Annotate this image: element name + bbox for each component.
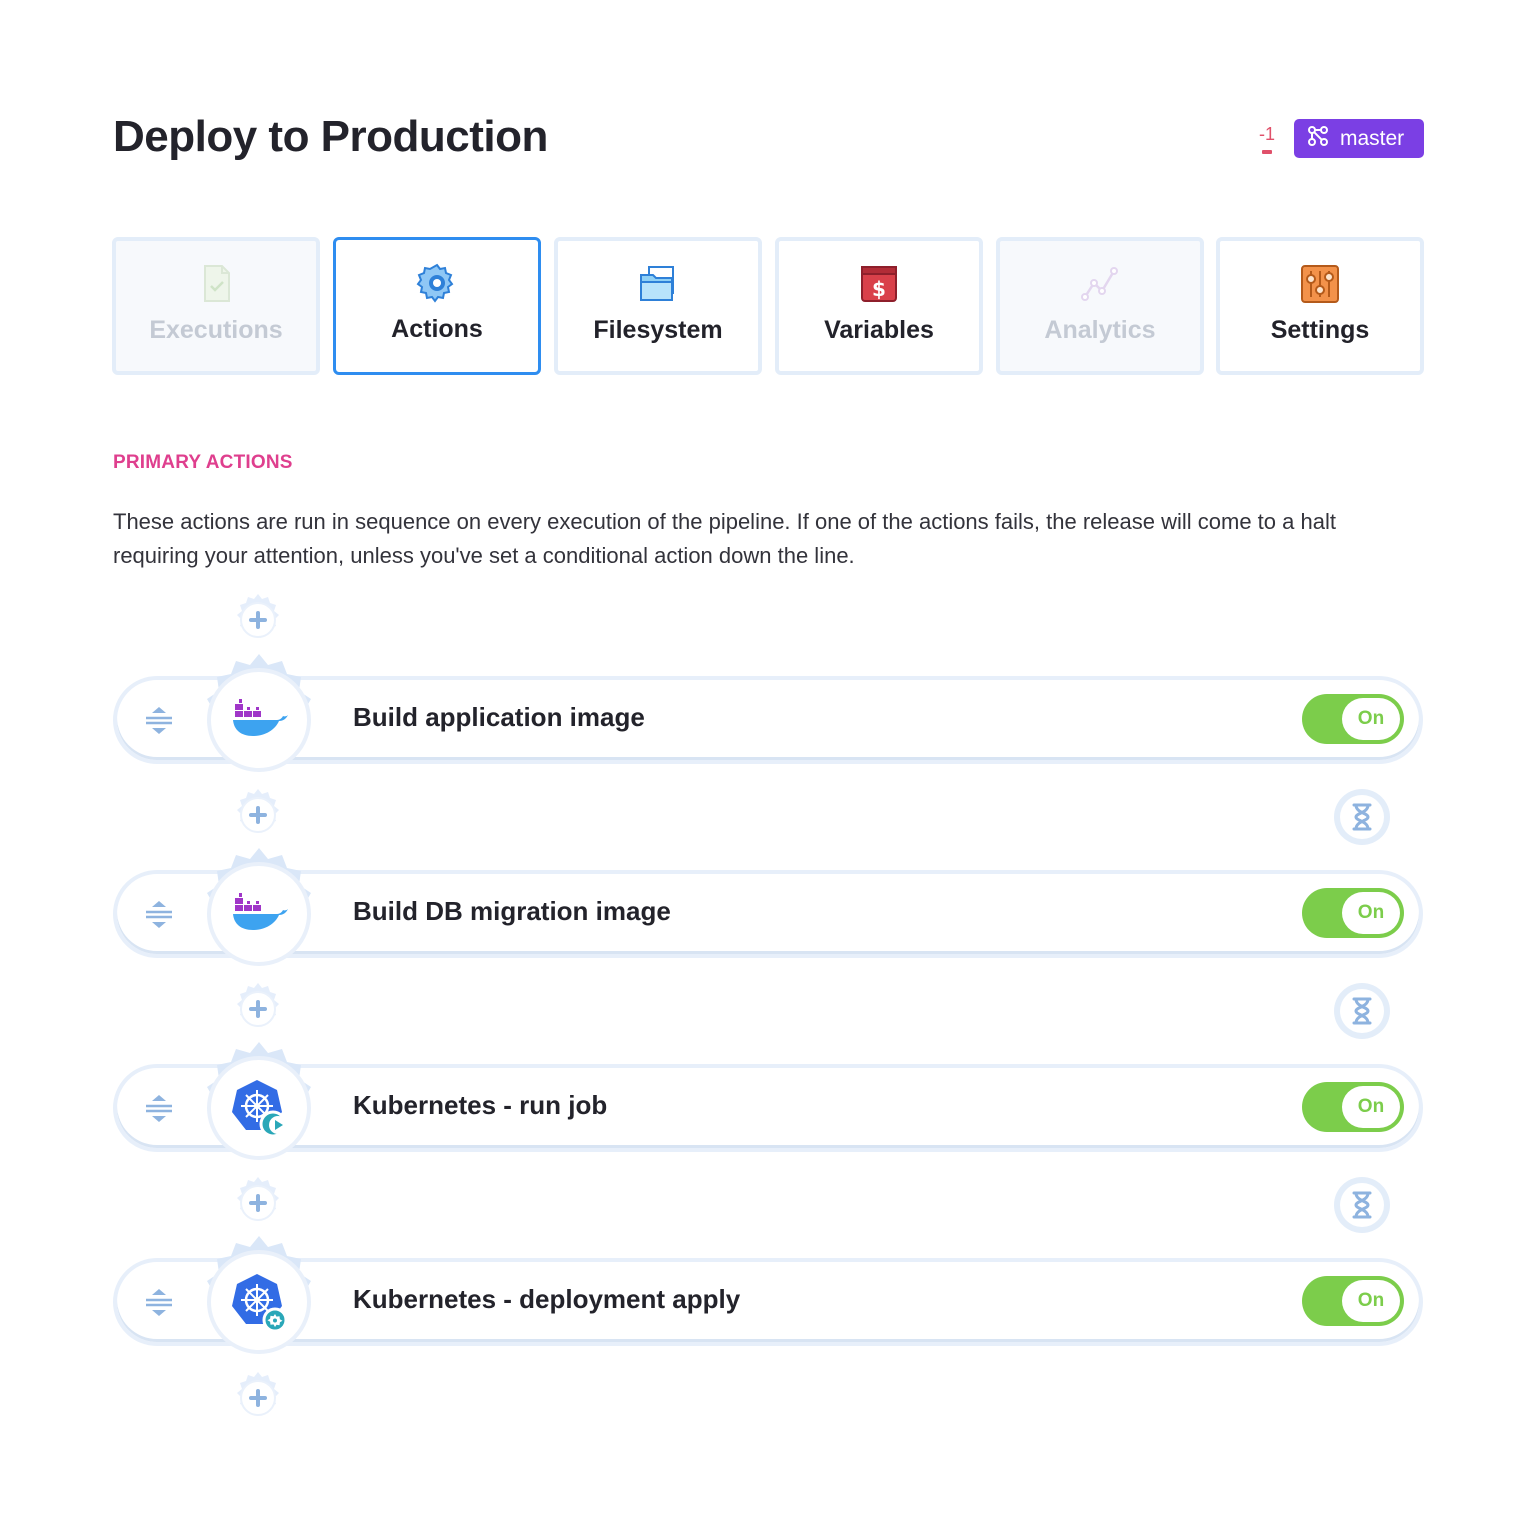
plus-icon bbox=[230, 1413, 286, 1430]
tab-variables[interactable]: $ Variables bbox=[775, 237, 983, 375]
git-branch-icon bbox=[1306, 124, 1330, 154]
action-toggle[interactable]: On bbox=[1302, 888, 1404, 938]
hourglass-icon bbox=[1333, 833, 1391, 850]
tab-label: Executions bbox=[149, 316, 283, 344]
action-row[interactable]: Kubernetes - run job On bbox=[113, 1064, 1423, 1152]
hourglass-icon bbox=[1333, 1027, 1391, 1044]
plus-icon bbox=[230, 830, 286, 847]
action-gear[interactable] bbox=[191, 652, 327, 788]
action-name: Build application image bbox=[353, 702, 645, 732]
plus-icon bbox=[230, 1218, 286, 1235]
page-title: Deploy to Production bbox=[113, 112, 548, 161]
docker-icon bbox=[227, 688, 291, 752]
branch-label: master bbox=[1340, 126, 1405, 150]
tab-bar: Executions Actions Filesystem $ Variable… bbox=[112, 237, 1424, 375]
document-check-icon bbox=[195, 263, 237, 305]
action-row[interactable]: Kubernetes - deployment apply On bbox=[113, 1258, 1423, 1346]
tab-settings[interactable]: Settings bbox=[1216, 237, 1424, 375]
action-name: Kubernetes - deployment apply bbox=[353, 1284, 741, 1314]
toggle-label: On bbox=[1342, 892, 1400, 934]
kubernetes-run-icon bbox=[227, 1076, 291, 1140]
action-toggle[interactable]: On bbox=[1302, 694, 1404, 744]
action-row[interactable]: Build DB migration image On bbox=[113, 870, 1423, 958]
wait-button[interactable] bbox=[1333, 1176, 1391, 1234]
toggle-label: On bbox=[1342, 1280, 1400, 1322]
action-gear[interactable] bbox=[191, 1234, 327, 1370]
docker-icon bbox=[227, 882, 291, 946]
action-gear[interactable] bbox=[191, 846, 327, 982]
tab-label: Filesystem bbox=[593, 316, 723, 344]
diff-bar bbox=[1262, 150, 1272, 154]
sliders-icon bbox=[1299, 263, 1341, 305]
action-toggle[interactable]: On bbox=[1302, 1276, 1404, 1326]
dollar-icon: $ bbox=[858, 263, 900, 305]
action-gear[interactable] bbox=[191, 1040, 327, 1176]
tab-label: Settings bbox=[1270, 316, 1370, 344]
tab-executions[interactable]: Executions bbox=[112, 237, 320, 375]
section-description: These actions are run in sequence on eve… bbox=[113, 509, 1336, 568]
kubernetes-apply-icon bbox=[227, 1270, 291, 1334]
folder-icon bbox=[637, 263, 679, 305]
diff-count: -1 bbox=[1258, 124, 1275, 144]
wait-button[interactable] bbox=[1333, 788, 1391, 846]
tab-label: Analytics bbox=[1044, 316, 1156, 344]
add-action-button[interactable] bbox=[230, 981, 286, 1037]
action-name: Build DB migration image bbox=[353, 896, 671, 926]
action-name: Kubernetes - run job bbox=[353, 1090, 608, 1120]
svg-text:$: $ bbox=[872, 277, 886, 301]
branch-button[interactable]: master bbox=[1294, 119, 1424, 158]
line-chart-icon bbox=[1079, 263, 1121, 305]
drag-handle-icon[interactable] bbox=[143, 1284, 175, 1320]
add-action-button[interactable] bbox=[230, 1175, 286, 1231]
plus-icon bbox=[230, 635, 286, 652]
add-action-button[interactable] bbox=[230, 787, 286, 843]
gear-icon bbox=[416, 262, 458, 304]
action-toggle[interactable]: On bbox=[1302, 1082, 1404, 1132]
drag-handle-icon[interactable] bbox=[143, 702, 175, 738]
tab-label: Actions bbox=[391, 315, 483, 343]
tab-analytics[interactable]: Analytics bbox=[996, 237, 1204, 375]
action-row[interactable]: Build application image On bbox=[113, 676, 1423, 764]
tab-filesystem[interactable]: Filesystem bbox=[554, 237, 762, 375]
add-action-button[interactable] bbox=[230, 1370, 286, 1426]
diff-badge[interactable]: -1 bbox=[1256, 124, 1278, 154]
add-action-button[interactable] bbox=[230, 592, 286, 648]
tab-label: Variables bbox=[824, 316, 934, 344]
drag-handle-icon[interactable] bbox=[143, 896, 175, 932]
toggle-label: On bbox=[1342, 698, 1400, 740]
hourglass-icon bbox=[1333, 1221, 1391, 1238]
plus-icon bbox=[230, 1024, 286, 1041]
tab-actions[interactable]: Actions bbox=[333, 237, 541, 375]
section-title: PRIMARY ACTIONS bbox=[113, 452, 293, 473]
toggle-label: On bbox=[1342, 1086, 1400, 1128]
drag-handle-icon[interactable] bbox=[143, 1090, 175, 1126]
wait-button[interactable] bbox=[1333, 982, 1391, 1040]
